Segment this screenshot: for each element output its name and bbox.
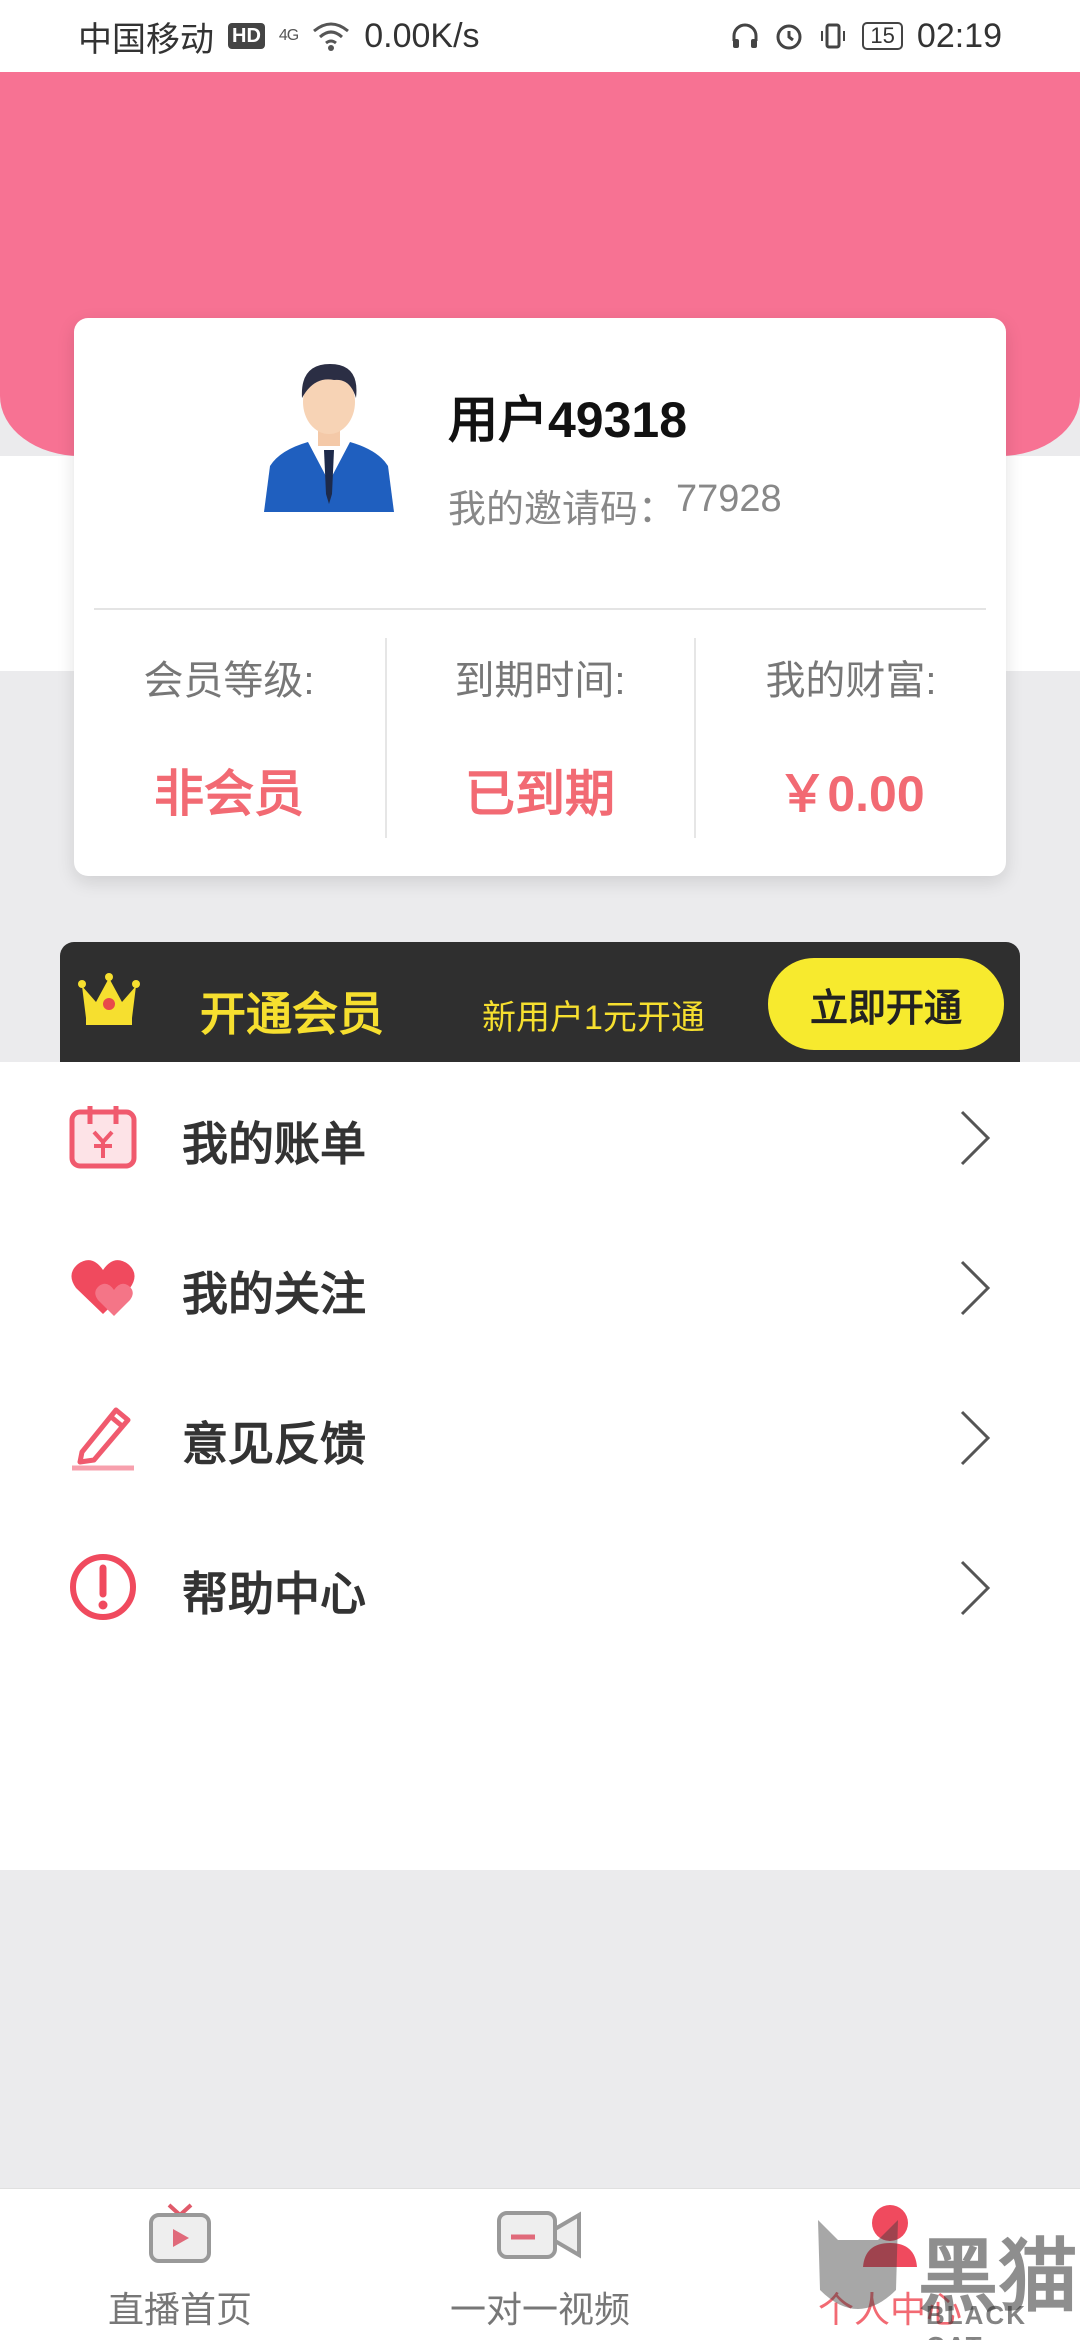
profile-card: 用户49318 我的邀请码： 77928 会员等级: 非会员 到期时间: 已到期… bbox=[74, 318, 1006, 876]
vip-subtitle: 新用户1元开通 bbox=[482, 999, 705, 1037]
status-right: 15 02:19 bbox=[730, 17, 1002, 56]
headphones-icon bbox=[732, 23, 758, 48]
nav-label: 一对一视频 bbox=[449, 2289, 630, 2330]
stat-value: ￥0.00 bbox=[777, 766, 925, 822]
bill-icon bbox=[69, 1106, 137, 1169]
battery-icon: 15 bbox=[862, 22, 903, 50]
video-camera-icon bbox=[497, 2211, 581, 2259]
stat-value: 已到期 bbox=[465, 766, 615, 822]
stat-value: 非会员 bbox=[154, 766, 304, 822]
activate-vip-button[interactable]: 立即开通 bbox=[768, 958, 1004, 1050]
nav-label: 直播首页 bbox=[107, 2289, 252, 2330]
heart-icon bbox=[71, 1260, 135, 1316]
status-bar: 中国移动 HD 4G 0.00K/s 15 02:19 bbox=[0, 0, 1080, 72]
invite-code-row: 我的邀请码： 77928 bbox=[448, 478, 782, 533]
hd-badge: HD bbox=[228, 23, 265, 49]
carrier-name: 中国移动 bbox=[78, 20, 214, 59]
invite-code-label: 我的邀请码： bbox=[448, 489, 677, 531]
alarm-icon bbox=[776, 24, 802, 50]
stat-expiry-time: 到期时间: 已到期 bbox=[385, 648, 695, 826]
menu-item-follow[interactable]: 我的关注 bbox=[0, 1212, 1080, 1362]
menu-item-feedback[interactable]: 意见反馈 bbox=[0, 1362, 1080, 1512]
bottom-navigation: 直播首页 一对一视频 个人中心 bbox=[0, 2188, 1080, 2340]
chevron-right-icon bbox=[960, 1410, 991, 1466]
nav-live-home[interactable]: 直播首页 bbox=[30, 2199, 330, 2333]
username: 用户49318 bbox=[448, 392, 688, 448]
menu-label: 帮助中心 bbox=[182, 1568, 366, 1620]
menu-label: 我的账单 bbox=[182, 1118, 366, 1170]
stat-membership-level: 会员等级: 非会员 bbox=[74, 648, 384, 826]
tv-icon bbox=[149, 2203, 211, 2263]
stat-wealth[interactable]: 我的财富: ￥0.00 bbox=[696, 648, 1006, 826]
person-icon bbox=[863, 2205, 917, 2267]
menu-item-bill[interactable]: 我的账单 bbox=[0, 1062, 1080, 1212]
vip-banner[interactable]: 开通会员 新用户1元开通 立即开通 bbox=[60, 942, 1020, 1064]
vip-title: 开通会员 bbox=[200, 988, 384, 1040]
stat-label: 会员等级: bbox=[143, 659, 315, 703]
network-speed: 0.00K/s bbox=[364, 16, 480, 55]
vibrate-icon bbox=[821, 23, 846, 49]
chevron-right-icon bbox=[960, 1110, 991, 1166]
menu-list: 我的账单 我的关注 意见反馈 帮助中心 bbox=[0, 1062, 1080, 1870]
status-left: 中国移动 HD 4G 0.00K/s bbox=[78, 12, 480, 61]
menu-label: 我的关注 bbox=[182, 1268, 366, 1320]
alert-icon bbox=[70, 1554, 136, 1620]
crown-icon bbox=[78, 973, 140, 1025]
stat-label: 我的财富: bbox=[765, 659, 937, 703]
menu-item-help[interactable]: 帮助中心 bbox=[0, 1512, 1080, 1662]
chevron-right-icon bbox=[960, 1560, 991, 1616]
avatar[interactable] bbox=[264, 354, 394, 512]
menu-label: 意见反馈 bbox=[182, 1418, 366, 1470]
invite-code-value[interactable]: 77928 bbox=[676, 478, 782, 533]
pencil-icon bbox=[72, 1407, 134, 1471]
nav-one-on-one-video[interactable]: 一对一视频 bbox=[390, 2199, 690, 2333]
nav-label: 个人中心 bbox=[817, 2289, 962, 2330]
card-divider bbox=[94, 608, 986, 610]
nav-personal-center[interactable]: 个人中心 bbox=[740, 2199, 1040, 2333]
wifi-icon bbox=[313, 22, 350, 51]
clock: 02:19 bbox=[916, 16, 1002, 55]
chevron-right-icon bbox=[960, 1260, 991, 1316]
signal-icon: 4G bbox=[278, 27, 299, 44]
stat-label: 到期时间: bbox=[454, 659, 626, 703]
